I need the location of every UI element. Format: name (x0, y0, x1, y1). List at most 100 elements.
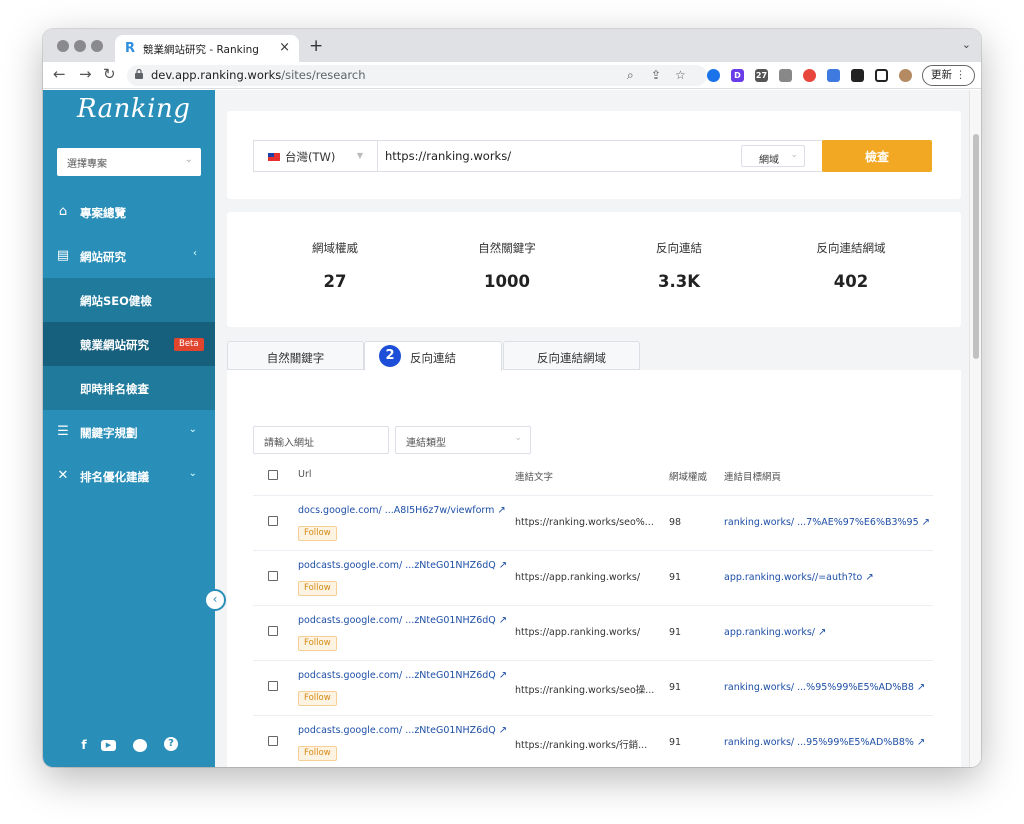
extension-circle-icon[interactable] (707, 69, 720, 82)
sidebar-item-label: 網站研究 (80, 250, 126, 264)
extension-d-icon[interactable]: D (731, 69, 744, 82)
column-header-url[interactable]: Url (298, 469, 312, 480)
target-page-link[interactable]: ranking.works/ ...7%AE%97%E6%B3%95 ↗ (724, 517, 930, 528)
target-page-text: ranking.works/ ...%95%99%E5%AD%B8 (724, 682, 914, 693)
forward-arrow-icon[interactable]: → (79, 65, 92, 83)
external-link-icon: ↗ (921, 517, 931, 528)
reload-icon[interactable]: ↻ (103, 65, 116, 83)
target-page-link[interactable]: ranking.works/ ...%95%99%E5%AD%B8 ↗ (724, 682, 925, 693)
sidebar-item-keyword-planning[interactable]: ☰ 關鍵字規劃 ⌄ (43, 410, 215, 454)
extension-color-icon[interactable] (803, 69, 816, 82)
sidebar-subitem-label: 競業網站研究 (80, 338, 149, 352)
browser-tab-active[interactable]: R 競業網站研究 - Ranking × (115, 35, 299, 62)
address-bar[interactable]: dev.app.ranking.works/sites/research ⌕ ⇪… (127, 65, 707, 86)
row-checkbox[interactable] (268, 736, 278, 746)
anchor-text: https://ranking.works/seo%... (515, 517, 654, 528)
line-icon[interactable] (133, 739, 147, 752)
source-url-link[interactable]: podcasts.google.com/ ...zNteG01NHZ6dQ ↗ (298, 560, 507, 571)
project-select[interactable]: 選擇專案 ⌄ (57, 148, 201, 176)
sidebar-item-site-research[interactable]: ▤ 網站研究 ‹ (43, 234, 215, 278)
source-url-link[interactable]: docs.google.com/ ...A8I5H6z7w/viewform ↗ (298, 505, 506, 516)
bookmark-star-icon[interactable]: ☆ (675, 68, 686, 82)
external-link-icon: ↗ (865, 572, 874, 583)
check-button-label: 檢查 (864, 150, 889, 164)
chevron-down-icon: ⌄ (188, 424, 197, 435)
extension-camera-icon[interactable] (779, 69, 792, 82)
country-value: 台灣(TW) (285, 150, 336, 164)
check-button[interactable]: 檢查 (822, 140, 932, 172)
scrollbar-thumb[interactable] (973, 134, 979, 359)
new-tab-button[interactable]: + (309, 36, 323, 56)
maximize-window-button[interactable] (91, 40, 103, 52)
row-checkbox[interactable] (268, 571, 278, 581)
tab-label: 自然關鍵字 (266, 351, 325, 365)
caret-down-icon: ▼ (356, 151, 363, 160)
sidebar-item-ranking-suggestions[interactable]: ✕ 排名優化建議 ⌄ (43, 454, 215, 498)
domain-authority-value: 91 (669, 627, 682, 638)
sidepanel-icon[interactable] (875, 69, 888, 82)
minimize-window-button[interactable] (74, 40, 86, 52)
scope-select[interactable]: 網域 ⌄ (741, 145, 805, 167)
back-arrow-icon[interactable]: ← (53, 65, 66, 83)
tab-close-icon[interactable]: × (279, 40, 290, 55)
source-url-text: podcasts.google.com/ ...zNteG01NHZ6dQ (298, 670, 496, 681)
ranking-logo: Ranking (77, 94, 191, 124)
tab-organic-keywords[interactable]: 自然關鍵字 (227, 341, 364, 370)
facebook-icon[interactable]: f (76, 737, 92, 753)
url-host: dev.app.ranking.works (151, 68, 282, 82)
sidebar-subitem-competitor-research[interactable]: 競業網站研究 Beta (43, 322, 215, 366)
url-filter-input[interactable]: 請輸入網址 (253, 426, 389, 454)
sidebar-subitem-label: 網站SEO健檢 (80, 294, 152, 308)
select-all-checkbox[interactable] (268, 470, 278, 480)
target-page-link[interactable]: ranking.works/ ...95%99%E5%AD%B8% ↗ (724, 737, 925, 748)
collapse-sidebar-button[interactable]: ‹ (204, 589, 226, 611)
youtube-icon[interactable]: ▶ (101, 740, 116, 751)
source-url-link[interactable]: podcasts.google.com/ ...zNteG01NHZ6dQ ↗ (298, 725, 507, 736)
project-select-placeholder: 選擇專案 (67, 159, 107, 170)
update-label: 更新 (931, 69, 952, 81)
row-checkbox[interactable] (268, 681, 278, 691)
link-type-placeholder: 連結類型 (406, 438, 446, 449)
column-header-anchor-text[interactable]: 連結文字 (515, 469, 553, 483)
extension-blue-icon[interactable] (827, 69, 840, 82)
home-icon: ⌂ (58, 204, 68, 219)
share-icon[interactable]: ⇪ (651, 68, 661, 82)
sidebar-item-overview[interactable]: ⌂ 專案總覽 (43, 190, 215, 234)
source-url-link[interactable]: podcasts.google.com/ ...zNteG01NHZ6dQ ↗ (298, 615, 507, 626)
backlinks-card: 請輸入網址 連結類型 ⌄ Url 連結文字 網域權威 連結目標網頁 docs.g… (227, 370, 961, 767)
extension-calendar-icon[interactable]: 27 (755, 69, 768, 82)
help-icon[interactable]: ? (164, 737, 178, 751)
external-link-icon: ↗ (818, 627, 827, 638)
sidebar-item-label: 專案總覽 (80, 206, 126, 220)
close-window-button[interactable] (57, 40, 69, 52)
source-url-link[interactable]: podcasts.google.com/ ...zNteG01NHZ6dQ ↗ (298, 670, 507, 681)
column-header-target-page[interactable]: 連結目標網頁 (724, 469, 781, 483)
list-icon: ☰ (57, 424, 69, 439)
row-checkbox[interactable] (268, 516, 278, 526)
chevron-down-icon: ⌄ (184, 154, 193, 165)
update-button[interactable]: 更新 ⋮ (922, 65, 975, 86)
row-checkbox[interactable] (268, 626, 278, 636)
column-header-domain-authority[interactable]: 網域權威 (669, 469, 707, 483)
tab-label: 反向連結 (410, 351, 456, 365)
browser-toolbar: ← → ↻ dev.app.ranking.works/sites/resear… (43, 62, 981, 89)
url-input-value: https://ranking.works/ (385, 149, 512, 163)
domain-authority-value: 91 (669, 737, 682, 748)
stat-label: 反向連結 (656, 241, 702, 255)
country-select[interactable]: 台灣(TW) ▼ (253, 140, 377, 172)
sidebar-subitem-seo-audit[interactable]: 網站SEO健檢 (43, 278, 215, 322)
tab-referring-domains[interactable]: 反向連結網域 (503, 341, 640, 370)
domain-authority-value: 91 (669, 682, 682, 693)
zoom-search-icon[interactable]: ⌕ (627, 68, 634, 83)
extensions-puzzle-icon[interactable] (851, 69, 864, 82)
target-page-link[interactable]: app.ranking.works/↗ (724, 627, 826, 638)
target-page-link[interactable]: app.ranking.works//=auth?to ↗ (724, 572, 874, 583)
profile-avatar[interactable] (899, 69, 912, 82)
tab-backlinks[interactable]: 2 反向連結 (364, 341, 502, 371)
table-row: podcasts.google.com/ ...zNteG01NHZ6dQ ↗ F… (253, 605, 933, 660)
sidebar-subitem-rank-check[interactable]: 即時排名檢查 (43, 366, 215, 410)
tab-search-chevron-icon[interactable]: ⌄ (962, 38, 971, 51)
link-type-select[interactable]: 連結類型 ⌄ (395, 426, 531, 454)
page-scrollbar[interactable] (969, 90, 981, 767)
source-url-text: podcasts.google.com/ ...zNteG01NHZ6dQ (298, 560, 496, 571)
